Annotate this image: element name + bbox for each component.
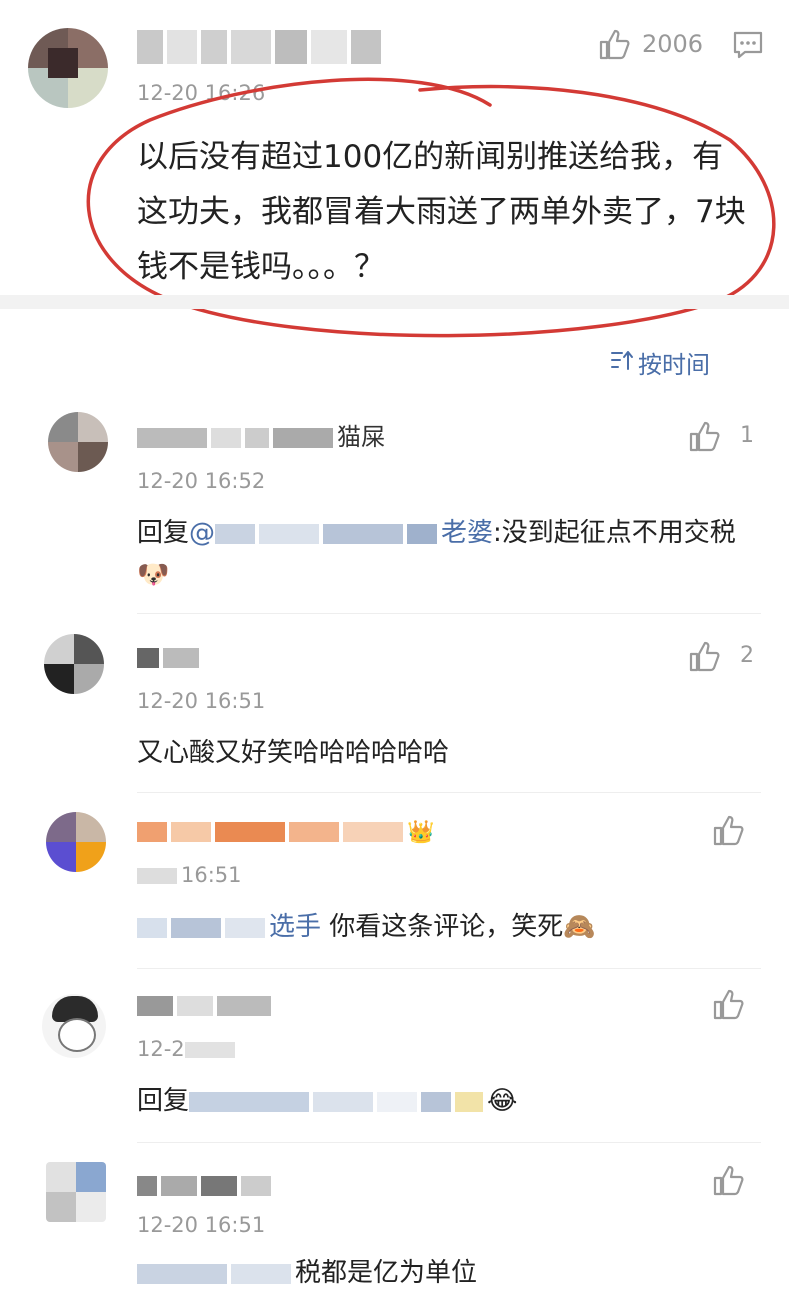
avatar[interactable] — [44, 634, 104, 694]
username-blurred[interactable] — [137, 990, 275, 1020]
username-blurred[interactable]: 猫屎 — [137, 422, 385, 452]
like-button[interactable] — [712, 814, 746, 846]
thumbs-up-icon — [712, 814, 746, 846]
comment-text: 回复 😂 — [137, 1080, 757, 1122]
avatar[interactable] — [46, 812, 106, 872]
comment-text: 选手 你看这条评论，笑死🙈 — [137, 906, 757, 948]
username-blurred[interactable]: 👑 — [137, 816, 434, 846]
comment-time: 12-20 16:52 — [137, 469, 266, 493]
like-button[interactable] — [712, 988, 746, 1020]
like-button[interactable]: 1 — [688, 420, 754, 452]
reply-prefix: 回复 — [137, 1086, 190, 1116]
comment-body: 你看这条评论，笑死 — [321, 912, 564, 942]
comment-time: 16:51 — [137, 862, 242, 888]
username-blurred[interactable] — [137, 1170, 275, 1200]
sort-icon — [610, 349, 634, 377]
thumbs-up-icon — [712, 1164, 746, 1196]
thumbs-up-icon — [688, 420, 722, 452]
comment-text: 回复@ 老婆:没到起征点不用交税 🐶 — [137, 512, 737, 596]
like-count: 2 — [740, 643, 754, 668]
crown-badge-icon: 👑 — [407, 820, 435, 845]
reply-prefix: 回复 — [137, 518, 190, 548]
divider — [137, 968, 761, 969]
username-visible-part: 猫屎 — [337, 423, 385, 451]
thumbs-up-icon — [712, 988, 746, 1020]
username-blurred[interactable] — [137, 642, 203, 672]
comment-time: 12-2 — [137, 1036, 239, 1062]
like-button[interactable] — [712, 1164, 746, 1196]
mention-link[interactable] — [189, 1086, 455, 1116]
comment-time: 12-20 16:51 — [137, 1213, 266, 1237]
divider — [137, 613, 761, 614]
sort-label: 按时间 — [638, 351, 710, 379]
comment-body: 税都是亿为单位 — [295, 1258, 478, 1288]
mention-link[interactable]: 选手 — [137, 912, 321, 942]
comment-time: 12-20 16:51 — [137, 689, 266, 713]
section-divider — [0, 295, 789, 309]
avatar[interactable] — [42, 994, 106, 1058]
sort-by-time-button[interactable]: 按时间 — [610, 345, 710, 380]
divider — [137, 792, 761, 793]
dog-emoji: 🐶 — [137, 560, 170, 590]
monkey-emoji: 🙈 — [563, 912, 596, 942]
comment-body: :没到起征点不用交税 — [493, 518, 736, 548]
comment-text: 又心酸又好笑哈哈哈哈哈哈 — [137, 738, 450, 768]
like-count: 1 — [740, 423, 754, 448]
laughing-emoji: 😂 — [487, 1086, 518, 1116]
comment-text: 税都是亿为单位 — [137, 1252, 757, 1294]
thumbs-up-icon — [688, 640, 722, 672]
avatar[interactable] — [48, 412, 108, 472]
mention-link[interactable]: @ 老婆 — [189, 518, 493, 548]
divider — [137, 1142, 761, 1143]
like-button[interactable]: 2 — [688, 640, 754, 672]
avatar[interactable] — [46, 1162, 106, 1222]
